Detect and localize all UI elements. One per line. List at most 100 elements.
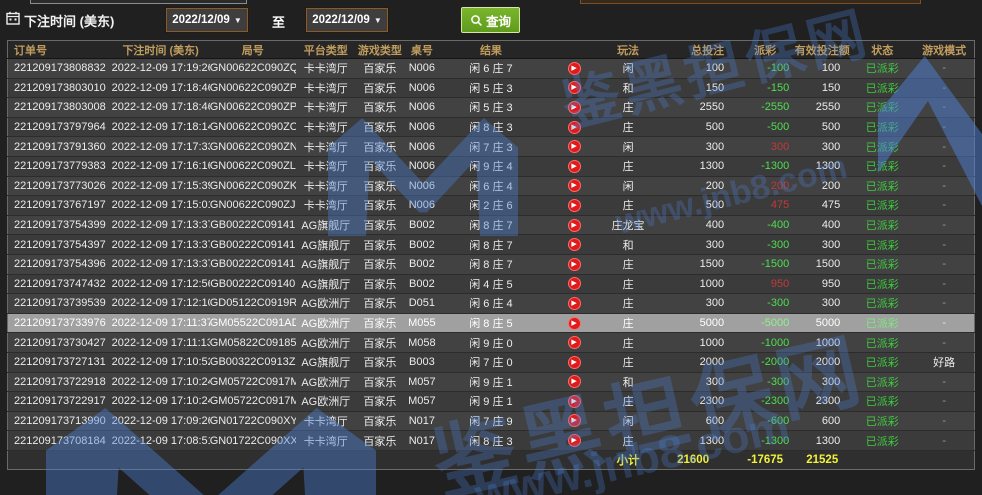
cell-replay: ▶ <box>542 215 606 235</box>
date-to-select[interactable]: 2022/12/09 ▼ <box>306 8 388 32</box>
replay-icon[interactable]: ▶ <box>568 434 581 447</box>
table-row[interactable]: 2212091737339762022-12-09 17:11:37GM0552… <box>8 313 975 333</box>
date-from-select[interactable]: 2022/12/09 ▼ <box>166 8 248 32</box>
table-row[interactable]: 2212091738088322022-12-09 17:19:26GN0062… <box>8 59 975 79</box>
col-platform: 平台类型 <box>296 41 356 59</box>
replay-icon[interactable]: ▶ <box>568 297 581 310</box>
cell-round: GN00622C090ZN <box>210 137 296 157</box>
cell-table-no: N006 <box>404 156 440 176</box>
cell-table-no: B003 <box>404 352 440 372</box>
table-row[interactable]: 2212091737543972022-12-09 17:13:37GB0022… <box>8 235 975 255</box>
replay-icon[interactable]: ▶ <box>568 121 581 134</box>
replay-icon[interactable]: ▶ <box>568 395 581 408</box>
cell-platform: 卡卡湾厅 <box>296 411 356 431</box>
replay-icon[interactable]: ▶ <box>568 219 581 232</box>
table-row[interactable]: 2212091737730262022-12-09 17:15:39GN0062… <box>8 176 975 196</box>
cell-total-bet: 600 <box>650 411 736 431</box>
replay-icon[interactable]: ▶ <box>568 81 581 94</box>
cell-valid-bet: 600 <box>794 411 850 431</box>
cell-time: 2022-12-09 17:17:33 <box>112 137 210 157</box>
table-row[interactable]: 2212091738030102022-12-09 17:18:46GN0062… <box>8 78 975 98</box>
table-row[interactable]: 2212091738030082022-12-09 17:18:46GN0062… <box>8 98 975 118</box>
cell-round: GN00622C090ZP <box>210 98 296 118</box>
cell-table-no: N006 <box>404 98 440 118</box>
table-row[interactable]: 2212091737474322022-12-09 17:12:56GB0022… <box>8 274 975 294</box>
cell-result: 闲 6 庄 4 <box>440 176 542 196</box>
cell-order: 221209173767197 <box>8 196 112 216</box>
cell-time: 2022-12-09 17:09:26 <box>112 411 210 431</box>
cell-mode: - <box>914 59 974 79</box>
table-row[interactable]: 2212091737543992022-12-09 17:13:37GB0022… <box>8 215 975 235</box>
cell-order: 221209173727131 <box>8 352 112 372</box>
replay-icon[interactable]: ▶ <box>568 258 581 271</box>
search-icon <box>470 14 483 27</box>
cell-replay: ▶ <box>542 333 606 353</box>
replay-icon[interactable]: ▶ <box>568 160 581 173</box>
table-row[interactable]: 2212091737543962022-12-09 17:13:37GB0022… <box>8 254 975 274</box>
replay-icon[interactable]: ▶ <box>568 140 581 153</box>
cell-total-bet: 1500 <box>650 254 736 274</box>
cell-table-no: N006 <box>404 117 440 137</box>
replay-icon[interactable]: ▶ <box>568 179 581 192</box>
cell-order: 221209173754397 <box>8 235 112 255</box>
replay-icon[interactable]: ▶ <box>568 375 581 388</box>
cell-order: 221209173708184 <box>8 431 112 451</box>
cell-time: 2022-12-09 17:15:39 <box>112 176 210 196</box>
replay-icon[interactable]: ▶ <box>568 317 581 330</box>
col-game-mode: 游戏模式 <box>914 41 974 59</box>
replay-icon[interactable]: ▶ <box>568 414 581 427</box>
cell-result: 闲 7 庄 9 <box>440 411 542 431</box>
cell-status: 已派彩 <box>850 274 914 294</box>
cell-table-no: M057 <box>404 392 440 412</box>
cell-game: 百家乐 <box>356 392 404 412</box>
cell-order: 221209173733976 <box>8 313 112 333</box>
table-row[interactable]: 2212091737793832022-12-09 17:16:16GN0062… <box>8 156 975 176</box>
col-result: 结果 <box>440 41 542 59</box>
table-row[interactable]: 2212091737271312022-12-09 17:10:52GB0032… <box>8 352 975 372</box>
table-row[interactable]: 2212091737304272022-12-09 17:11:13GM0582… <box>8 333 975 353</box>
cell-replay: ▶ <box>542 411 606 431</box>
cell-order: 221209173713990 <box>8 411 112 431</box>
cell-mode: - <box>914 333 974 353</box>
query-button[interactable]: 查询 <box>461 7 520 33</box>
table-row[interactable]: 2212091737229182022-12-09 17:10:24GM0572… <box>8 372 975 392</box>
cell-total-bet: 2300 <box>650 392 736 412</box>
replay-icon[interactable]: ▶ <box>568 277 581 290</box>
replay-icon[interactable]: ▶ <box>568 336 581 349</box>
table-row[interactable]: 2212091737671972022-12-09 17:15:01GN0062… <box>8 196 975 216</box>
cell-play: 闲 <box>606 137 650 157</box>
replay-icon[interactable]: ▶ <box>568 238 581 251</box>
cell-time: 2022-12-09 17:10:24 <box>112 392 210 412</box>
cell-result: 闲 7 庄 3 <box>440 137 542 157</box>
cell-order: 221209173791360 <box>8 137 112 157</box>
cell-order: 221209173747432 <box>8 274 112 294</box>
table-body: 2212091738088322022-12-09 17:19:26GN0062… <box>8 59 975 451</box>
table-row[interactable]: 2212091737979642022-12-09 17:18:14GN0062… <box>8 117 975 137</box>
subtotal-row: 小计 21600 -17675 21525 <box>8 450 975 469</box>
cell-mode: - <box>914 156 974 176</box>
replay-icon[interactable]: ▶ <box>568 62 581 75</box>
replay-icon[interactable]: ▶ <box>568 199 581 212</box>
cell-round: GM05722C0917M <box>210 372 296 392</box>
cell-round: GD05122C0919R <box>210 294 296 314</box>
cell-result: 闲 2 庄 6 <box>440 196 542 216</box>
cell-replay: ▶ <box>542 352 606 372</box>
cell-round: GN00622C090ZK <box>210 176 296 196</box>
cell-round: GM05522C091AD <box>210 313 296 333</box>
cell-total-bet: 150 <box>650 78 736 98</box>
cell-result: 闲 6 庄 4 <box>440 294 542 314</box>
cell-mode: - <box>914 215 974 235</box>
replay-icon[interactable]: ▶ <box>568 356 581 369</box>
cell-play: 庄 <box>606 196 650 216</box>
cell-platform: AG欧洲厅 <box>296 313 356 333</box>
table-row[interactable]: 2212091737913602022-12-09 17:17:33GN0062… <box>8 137 975 157</box>
replay-icon[interactable]: ▶ <box>568 101 581 114</box>
table-row[interactable]: 2212091737081842022-12-09 17:08:51GN0172… <box>8 431 975 451</box>
table-row[interactable]: 2212091737395392022-12-09 17:12:10GD0512… <box>8 294 975 314</box>
cell-valid-bet: 5000 <box>794 313 850 333</box>
cell-game: 百家乐 <box>356 431 404 451</box>
cell-valid-bet: 2550 <box>794 98 850 118</box>
cell-table-no: N006 <box>404 196 440 216</box>
table-row[interactable]: 2212091737229172022-12-09 17:10:24GM0572… <box>8 392 975 412</box>
table-row[interactable]: 2212091737139902022-12-09 17:09:26GN0172… <box>8 411 975 431</box>
